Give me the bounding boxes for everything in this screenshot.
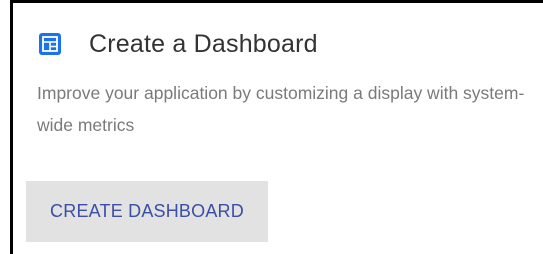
card-header: Create a Dashboard: [39, 27, 318, 61]
card-description: Improve your application by customizing …: [37, 83, 525, 135]
create-dashboard-card: Create a Dashboard Improve your applicat…: [10, 0, 543, 254]
dashboard-grid-icon: [39, 33, 61, 55]
card-title: Create a Dashboard: [89, 30, 318, 58]
create-dashboard-button[interactable]: CREATE DASHBOARD: [26, 181, 268, 242]
